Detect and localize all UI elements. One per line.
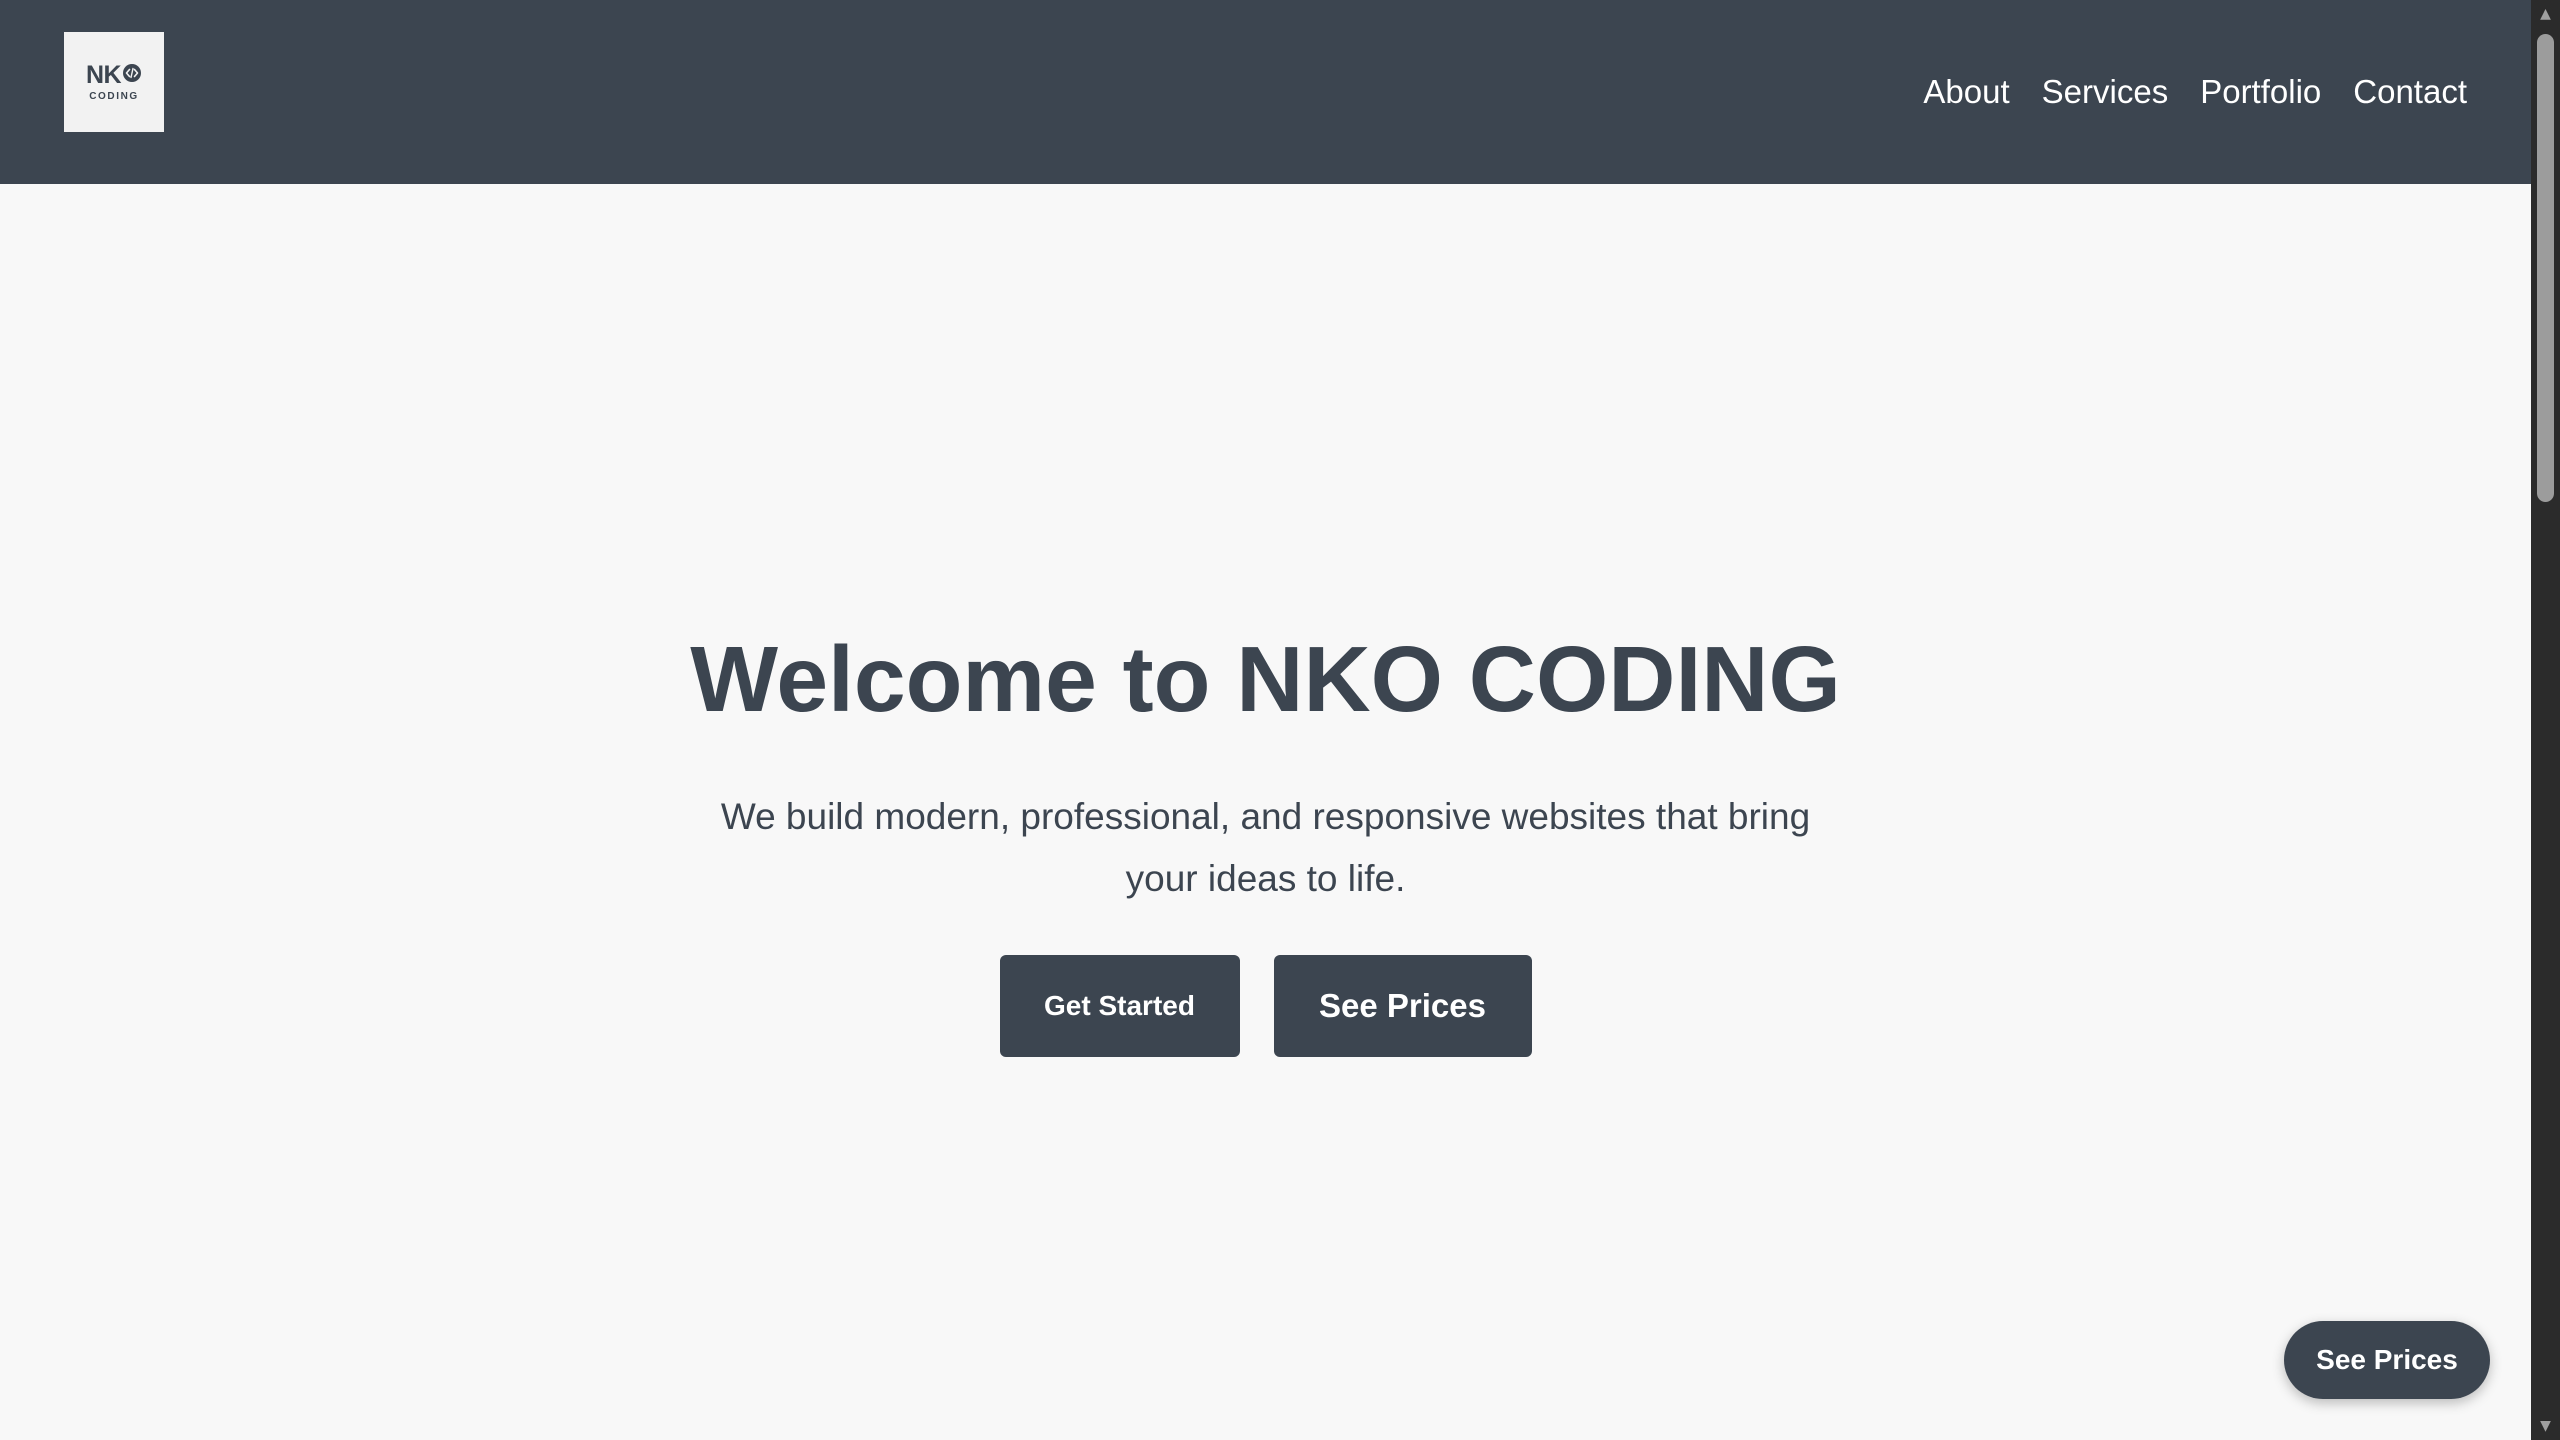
nav-link-services[interactable]: Services: [2042, 72, 2169, 112]
logo-main-text: NK: [85, 60, 122, 89]
scroll-up-arrow-icon[interactable]: ▲: [2531, 2, 2560, 26]
hero-subtitle: We build modern, professional, and respo…: [720, 796, 1811, 899]
see-prices-button[interactable]: See Prices: [1273, 955, 1532, 1057]
hero-cta-group: Get Started See Prices: [0, 955, 2531, 1057]
get-started-button[interactable]: Get Started: [999, 955, 1240, 1057]
nav-link-portfolio[interactable]: Portfolio: [2200, 72, 2321, 112]
main-nav: About Services Portfolio Contact: [1923, 72, 2467, 112]
site-logo[interactable]: NK CODING: [64, 32, 164, 132]
hero-title: Welcome to NKO CODING: [690, 627, 1841, 731]
hero-section: Welcome to NKO CODING We build modern, p…: [0, 184, 2531, 1440]
nav-link-contact[interactable]: Contact: [2353, 72, 2467, 112]
vertical-scrollbar[interactable]: ▲ ▼: [2531, 0, 2560, 1440]
logo-wordmark: NK: [85, 60, 142, 89]
scroll-down-arrow-icon[interactable]: ▼: [2531, 1414, 2560, 1438]
site-header: NK CODING About Services Portfolio Conta…: [0, 0, 2531, 184]
floating-see-prices-button[interactable]: See Prices: [2284, 1321, 2490, 1399]
logo-subtext: CODING: [89, 90, 139, 102]
code-brackets-icon: [122, 63, 142, 88]
nav-link-about[interactable]: About: [1923, 72, 2009, 112]
scrollbar-thumb[interactable]: [2537, 34, 2554, 502]
